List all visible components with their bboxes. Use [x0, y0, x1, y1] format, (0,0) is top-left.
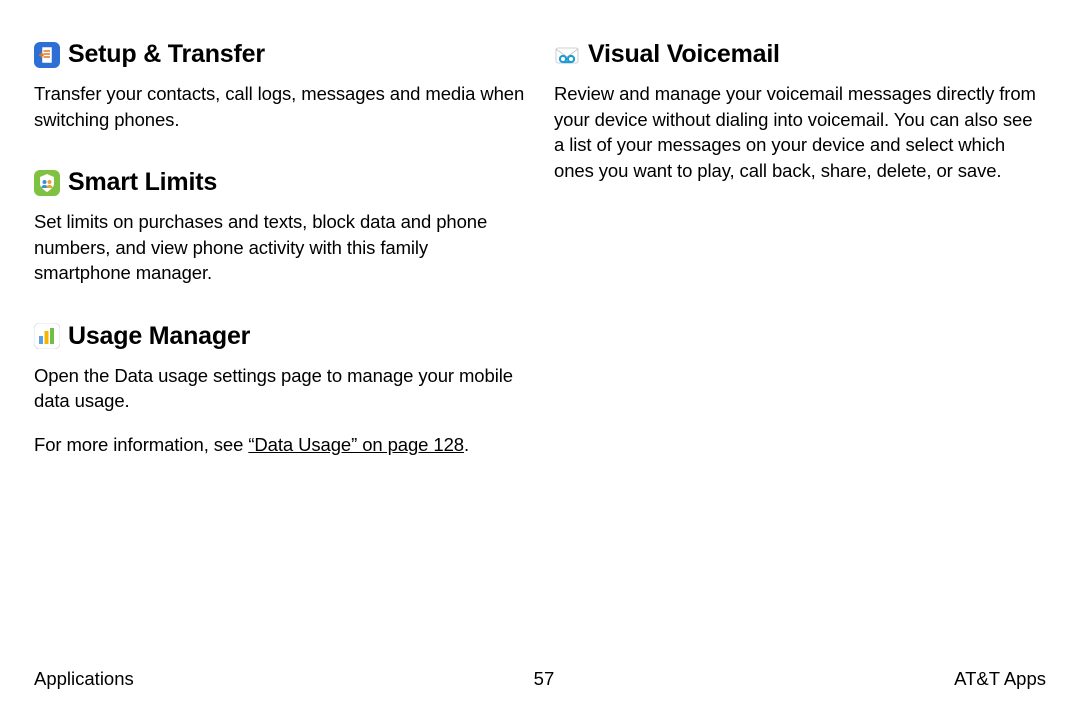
footer-right: AT&T Apps	[954, 668, 1046, 690]
body-visual-voicemail: Review and manage your voicemail message…	[554, 81, 1046, 183]
text-xref: For more information, see “Data Usage” o…	[34, 432, 526, 458]
section-smart-limits: Smart Limits Set limits on purchases and…	[34, 168, 526, 286]
footer-left: Applications	[34, 668, 134, 690]
xref-suffix: .	[464, 434, 469, 455]
body-setup-transfer: Transfer your contacts, call logs, messa…	[34, 81, 526, 132]
page-footer: Applications 57 AT&T Apps	[34, 668, 1046, 690]
title-visual-voicemail: Visual Voicemail	[588, 40, 780, 69]
body-usage-manager: Open the Data usage settings page to man…	[34, 363, 526, 458]
heading-setup-transfer: Setup & Transfer	[34, 40, 526, 69]
section-usage-manager: Usage Manager Open the Data usage settin…	[34, 322, 526, 458]
heading-smart-limits: Smart Limits	[34, 168, 526, 197]
title-setup-transfer: Setup & Transfer	[68, 40, 265, 69]
section-visual-voicemail: Visual Voicemail Review and manage your …	[554, 40, 1046, 183]
title-usage-manager: Usage Manager	[68, 322, 250, 351]
usage-manager-icon	[34, 323, 60, 349]
heading-usage-manager: Usage Manager	[34, 322, 526, 351]
content-columns: Setup & Transfer Transfer your contacts,…	[34, 40, 1046, 493]
smart-limits-icon	[34, 170, 60, 196]
text: Set limits on purchases and texts, block…	[34, 209, 526, 286]
heading-visual-voicemail: Visual Voicemail	[554, 40, 1046, 69]
setup-transfer-icon	[34, 42, 60, 68]
left-column: Setup & Transfer Transfer your contacts,…	[34, 40, 526, 493]
visual-voicemail-icon	[554, 42, 580, 68]
right-column: Visual Voicemail Review and manage your …	[554, 40, 1046, 493]
text: Open the Data usage settings page to man…	[34, 363, 526, 414]
xref-prefix: For more information, see	[34, 434, 248, 455]
text: Transfer your contacts, call logs, messa…	[34, 81, 526, 132]
data-usage-link[interactable]: “Data Usage” on page 128	[248, 434, 464, 455]
section-setup-transfer: Setup & Transfer Transfer your contacts,…	[34, 40, 526, 132]
body-smart-limits: Set limits on purchases and texts, block…	[34, 209, 526, 286]
footer-page-number: 57	[534, 668, 555, 690]
text: Review and manage your voicemail message…	[554, 81, 1046, 183]
title-smart-limits: Smart Limits	[68, 168, 217, 197]
